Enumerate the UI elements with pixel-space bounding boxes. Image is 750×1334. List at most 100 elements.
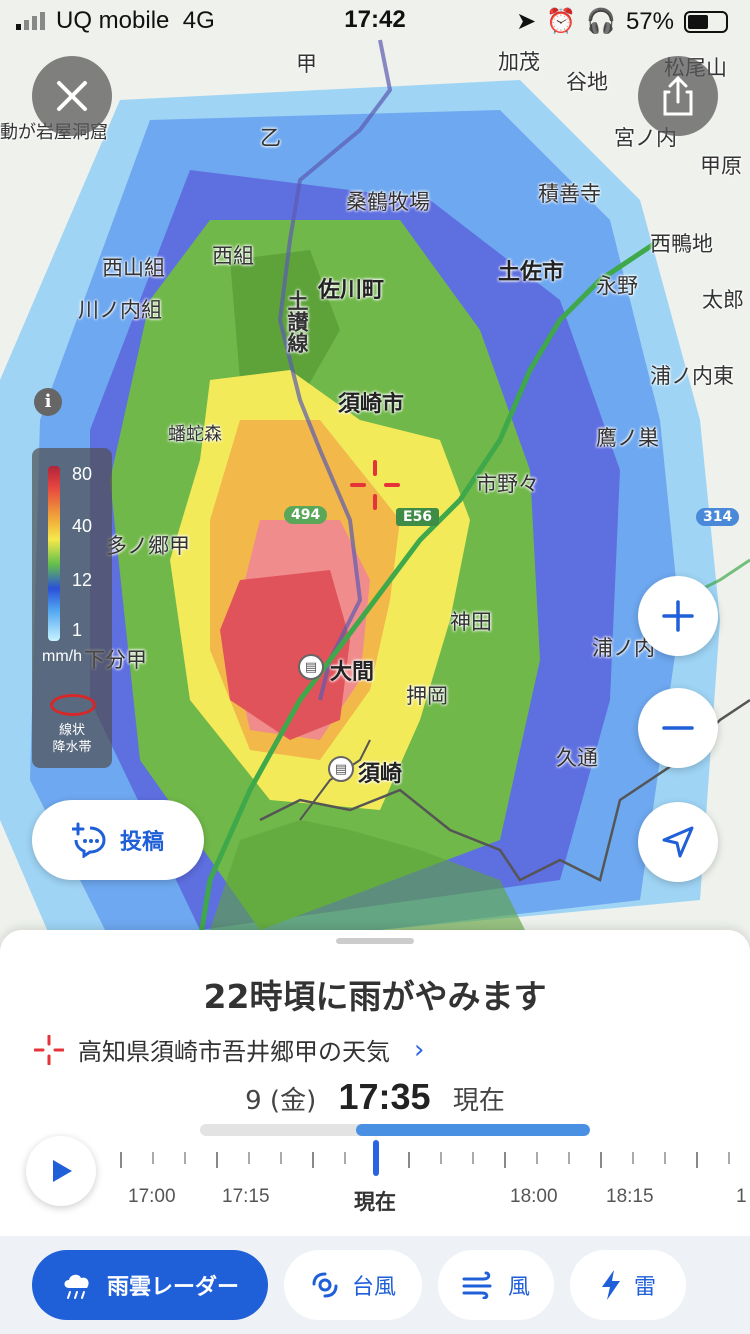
post-button[interactable]: 投稿 [32,800,204,880]
timeline-tick [184,1152,186,1164]
share-icon [663,76,693,116]
sheet-drag-handle[interactable] [336,938,414,944]
timeline-tick [600,1152,602,1168]
timeline-label-now: 現在 [354,1190,396,1214]
zoom-in-button[interactable] [638,576,718,656]
linear-band-label: 線状 降水帯 [52,723,92,755]
timeline-tick [280,1152,282,1164]
typhoon-icon [312,1272,338,1298]
place-label: 神田 [450,610,492,634]
timeline-tick [472,1152,474,1164]
timeline-tick [152,1152,154,1164]
place-label: 西組 [212,244,254,268]
location-link[interactable]: 高知県須崎市吾井郷甲の天気 › [34,1032,424,1067]
current-location-button[interactable] [638,802,718,882]
station-marker-oma[interactable]: ▤ [298,654,324,680]
tab-wind[interactable]: 風 [438,1250,554,1320]
timeline-tick [216,1152,218,1168]
place-label: 桑鶴牧場 [346,190,430,214]
forecast-range-bar [200,1124,590,1136]
navigation-arrow-icon [662,826,694,858]
status-bar: UQ mobile 4G 17:42 ➤ ⏰ 🎧 57% [0,0,750,40]
timeline-label: 1 [736,1186,747,1207]
timeline-ticks[interactable] [120,1152,750,1172]
tab-thunder[interactable]: 雷 [570,1250,686,1320]
battery-percent: 57% [625,7,674,35]
post-button-label: 投稿 [119,830,164,855]
timeline-tick [120,1152,122,1168]
bottom-tab-bar: 雨雲レーダー 台風 風 雷 [0,1236,750,1334]
place-label: 多ノ郷甲 [106,534,190,558]
place-label: 大間 [330,660,375,685]
play-button[interactable] [26,1136,96,1206]
place-label: 積善寺 [538,182,601,206]
linear-band-icon [50,694,96,716]
place-label: 西鴨地 [650,232,713,256]
now-label: 現在 [452,1086,505,1116]
timeline-tick [312,1152,314,1168]
tab-label: 台風 [351,1275,396,1300]
zoom-out-button[interactable] [638,688,718,768]
place-label: 佐川町 [318,278,385,303]
close-button[interactable] [32,56,112,136]
plus-icon [662,600,694,632]
minus-icon [662,726,694,730]
place-label: 西山組 [102,256,165,280]
time-label: 17:35 [338,1076,431,1117]
tab-typhoon[interactable]: 台風 [284,1250,422,1320]
timeline-current-time: 9 (金) 17:35 現在 [0,1076,750,1118]
location-crosshair-icon [34,1034,64,1065]
place-label: 鷹ノ巣 [596,426,659,450]
timeline-tick [632,1152,634,1164]
battery-icon [684,10,728,33]
timeline-tick [408,1152,410,1168]
tab-label: 風 [507,1275,530,1300]
place-label: 谷地 [566,70,608,94]
timeline-tick [728,1152,730,1164]
place-label: 川ノ内組 [78,298,162,322]
timeline-label: 17:15 [222,1186,270,1207]
tab-rain-radar[interactable]: 雨雲レーダー [32,1250,268,1320]
date-label: 9 (金) [245,1086,317,1116]
location-arrow-icon: ➤ [516,8,537,35]
legend-label: 12 [72,570,93,590]
timeline-tick [344,1152,346,1164]
legend-label: 80 [72,464,93,484]
play-icon [53,1160,72,1182]
route-badge: E56 [396,508,440,526]
headphones-icon: 🎧 [586,8,616,35]
place-label: 乙 [260,126,281,150]
place-label: 土讃線 [285,290,309,353]
route-badge: 314 [696,508,740,526]
location-name: 高知県須崎市吾井郷甲の天気 [78,1038,390,1066]
station-marker-susaki[interactable]: ▤ [328,756,354,782]
place-label: 加茂 [498,50,540,74]
place-label: 押岡 [406,684,448,708]
timeline-label: 17:00 [128,1186,176,1207]
forecast-range-fill [356,1124,590,1136]
timeline-tick [696,1152,698,1168]
rain-forecast-headline: 22時頃に雨がやみます [203,977,547,1016]
location-crosshair-icon [350,460,400,510]
info-icon[interactable]: i [34,388,62,416]
tab-label: 雷 [633,1275,656,1300]
timeline-cursor[interactable] [373,1140,379,1176]
place-label: 土佐市 [498,260,565,285]
place-label: 須崎 [358,762,403,787]
route-badge: 494 [284,506,328,524]
rain-radar-map[interactable]: 甲 乙 加茂 谷地 松尾山 宮ノ内 甲原 積善寺 桑鶴牧場 西鴨地 西山組 西組… [0,0,750,960]
precipitation-legend: 80 40 12 1 mm/h 線状 降水帯 [32,448,112,768]
place-label: 市野々 [476,472,539,496]
place-label: 甲原 [700,154,742,178]
legend-label: 1 [72,620,83,640]
timeline-tick [504,1152,506,1168]
legend-colorbar [48,466,60,641]
close-icon [57,81,87,111]
share-button[interactable] [638,56,718,136]
place-label: 浦ノ内東 [650,364,734,388]
timeline-label: 18:00 [510,1186,558,1207]
place-label: 永野 [596,274,638,298]
place-label: 蟠蛇森 [168,424,222,445]
wind-icon [462,1271,492,1299]
comment-add-icon [71,822,106,858]
